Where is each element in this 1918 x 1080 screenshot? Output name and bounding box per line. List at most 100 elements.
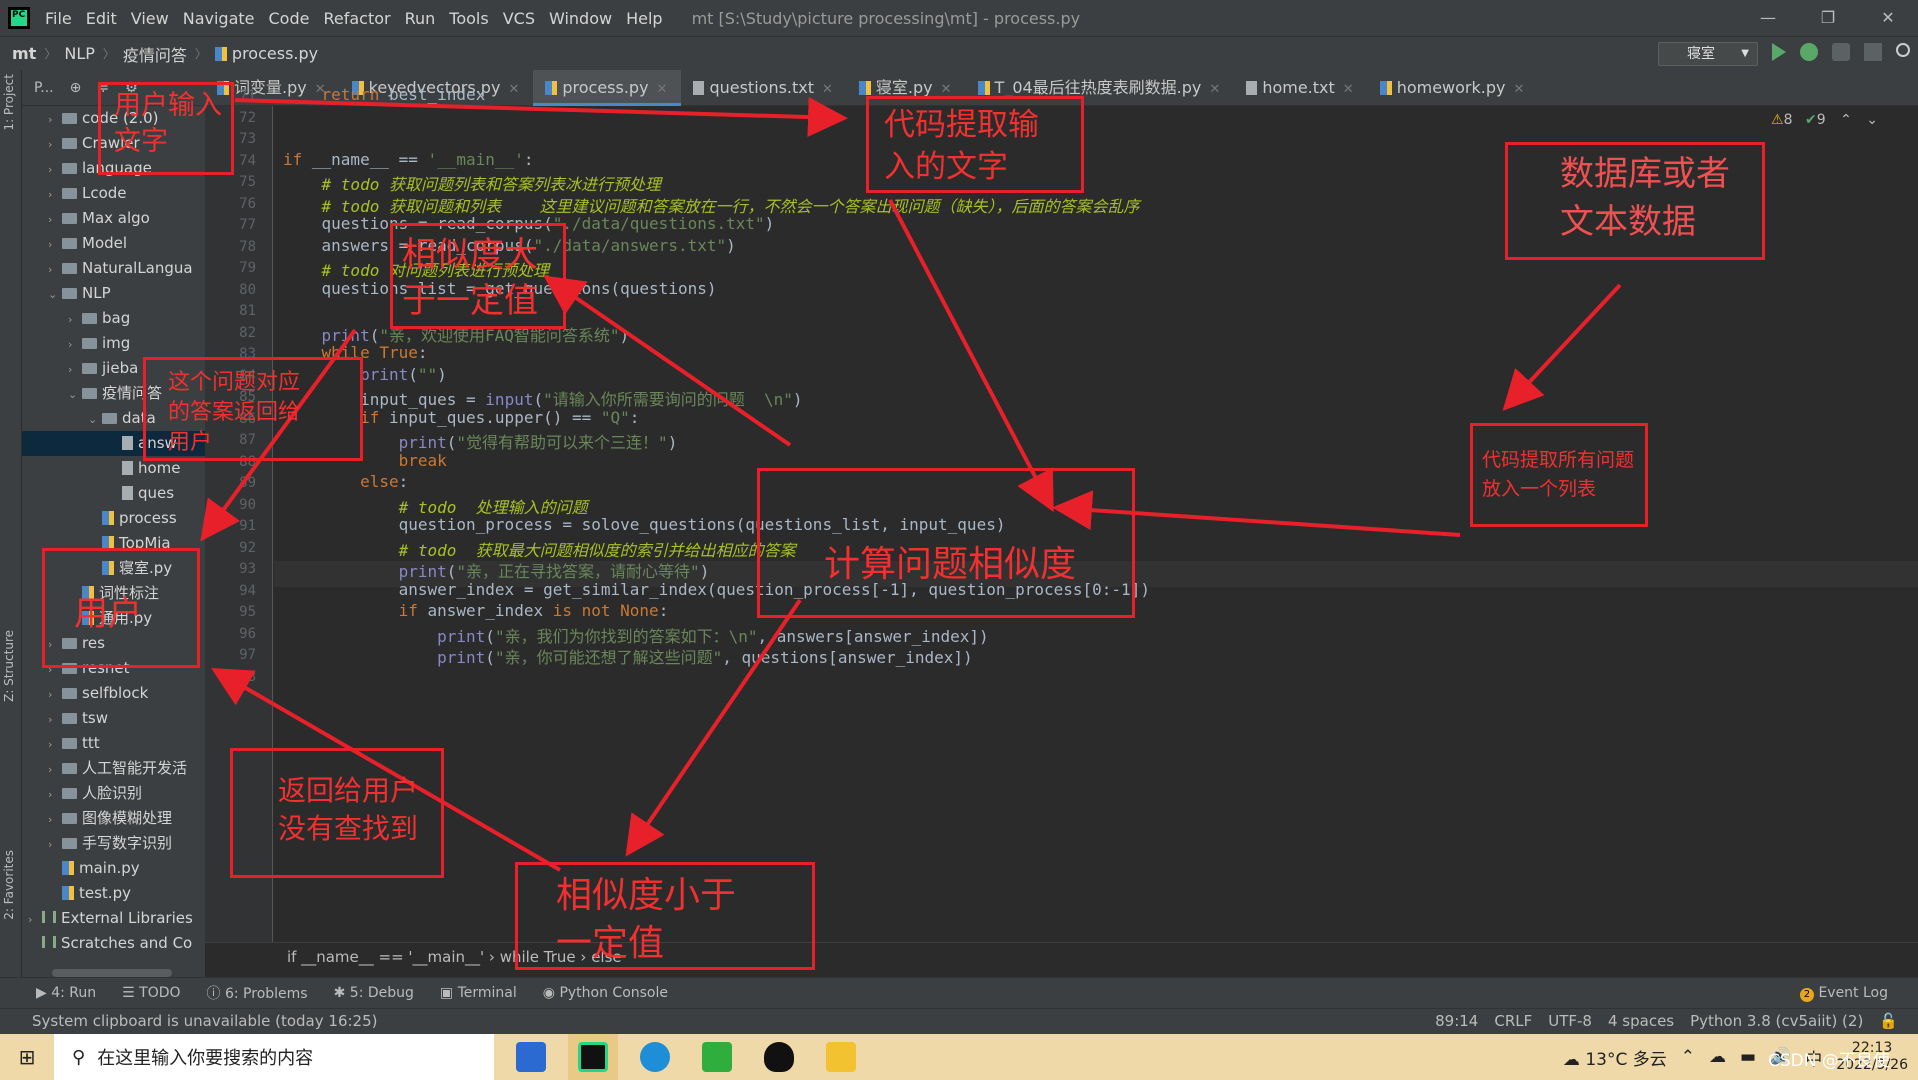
- close-tab-icon[interactable]: ✕: [657, 82, 668, 97]
- run-icon[interactable]: [1772, 43, 1786, 61]
- locate-icon[interactable]: ⊕: [70, 80, 82, 96]
- menu-navigate[interactable]: Navigate: [176, 9, 262, 28]
- editor-breadcrumb[interactable]: if __name__ == '__main__' › while True ›…: [205, 942, 1918, 972]
- tree-item[interactable]: ⌄ NLP: [22, 281, 205, 306]
- edge-app-icon[interactable]: [630, 1034, 680, 1080]
- inspection-widget[interactable]: ⚠8 ✔9 ⌃ ⌄: [1771, 112, 1878, 128]
- tree-item[interactable]: › ttt: [22, 731, 205, 756]
- code-line[interactable]: # todo 处理输入的问题: [283, 494, 588, 518]
- horizontal-scrollbar[interactable]: [52, 969, 172, 977]
- tree-item[interactable]: › Lcode: [22, 181, 205, 206]
- weather-widget[interactable]: ☁ 13°C 多云: [1563, 1045, 1667, 1070]
- tree-item[interactable]: › 人脸识别: [22, 781, 205, 806]
- menu-edit[interactable]: Edit: [79, 9, 124, 28]
- file-encoding[interactable]: UTF-8: [1548, 1009, 1592, 1033]
- close-tab-icon[interactable]: ✕: [1513, 82, 1524, 97]
- file-explorer-icon[interactable]: [816, 1034, 866, 1080]
- run-tool-button[interactable]: ▶ 4: Run: [36, 985, 96, 1001]
- menu-refactor[interactable]: Refactor: [316, 9, 397, 28]
- chevron-right-icon[interactable]: ›: [48, 732, 62, 757]
- chevron-right-icon[interactable]: ›: [68, 332, 82, 357]
- project-view-selector[interactable]: P...: [34, 80, 54, 96]
- tree-item[interactable]: › tsw: [22, 706, 205, 731]
- chevron-right-icon[interactable]: ›: [28, 907, 42, 932]
- code-line[interactable]: if __name__ == '__main__':: [283, 150, 533, 169]
- tree-item[interactable]: main.py: [22, 856, 205, 881]
- interpreter-selector[interactable]: Python 3.8 (cv5aiit) (2): [1690, 1009, 1863, 1033]
- tree-item[interactable]: › img: [22, 331, 205, 356]
- chevron-right-icon[interactable]: ›: [48, 707, 62, 732]
- project-tool-tab[interactable]: 1: Project: [2, 74, 16, 131]
- debug-tool-button[interactable]: ✱ 5: Debug: [334, 985, 414, 1001]
- qq-app-icon[interactable]: [754, 1034, 804, 1080]
- menu-vcs[interactable]: VCS: [496, 9, 542, 28]
- tree-item[interactable]: Scratches and Co: [22, 931, 205, 956]
- code-line[interactable]: print("亲，你可能还想了解这些问题", questions[answer_…: [283, 644, 973, 668]
- breadcrumb-folder[interactable]: 疫情问答: [123, 42, 187, 66]
- indent-setting[interactable]: 4 spaces: [1608, 1009, 1674, 1033]
- windows-start-icon[interactable]: ⊞: [0, 1045, 54, 1069]
- chevron-right-icon[interactable]: ›: [68, 307, 82, 332]
- taskbar-search[interactable]: ⚲ 在这里输入你要搜索的内容: [54, 1034, 494, 1080]
- pycharm-app-icon[interactable]: [568, 1034, 618, 1080]
- terminal-tool-button[interactable]: ▣ Terminal: [440, 985, 517, 1001]
- caret-position[interactable]: 89:14: [1435, 1009, 1478, 1033]
- tree-item[interactable]: › bag: [22, 306, 205, 331]
- run-config-select[interactable]: 寝室 ▼: [1658, 42, 1758, 66]
- restore-icon[interactable]: ❐: [1798, 0, 1858, 36]
- code-line[interactable]: print("亲，我们为你找到的答案如下：\n", answers[answer…: [283, 623, 989, 647]
- menu-view[interactable]: View: [124, 9, 176, 28]
- code-line[interactable]: if answer_index is not None:: [283, 601, 669, 620]
- chevron-right-icon[interactable]: ›: [48, 107, 62, 132]
- debug-icon[interactable]: [1800, 43, 1818, 61]
- todo-tool-button[interactable]: ☰ TODO: [122, 985, 180, 1001]
- favorites-tool-tab[interactable]: 2: Favorites: [2, 850, 16, 920]
- chevron-right-icon[interactable]: ›: [48, 257, 62, 282]
- editor-tab[interactable]: process.py ✕: [533, 70, 682, 106]
- menu-tools[interactable]: Tools: [442, 9, 495, 28]
- close-icon[interactable]: ✕: [1858, 0, 1918, 36]
- event-log-button[interactable]: 2 Event Log: [1799, 985, 1888, 1002]
- python-console-tool-button[interactable]: ◉ Python Console: [543, 985, 668, 1001]
- tree-item[interactable]: test.py: [22, 881, 205, 906]
- chevron-right-icon[interactable]: ›: [48, 807, 62, 832]
- chevron-right-icon[interactable]: ›: [48, 207, 62, 232]
- code-line[interactable]: # todo 获取问题和列表 这里建议问题和答案放在一行，不然会一个答案出现问题…: [283, 193, 1140, 217]
- chevron-right-icon[interactable]: ›: [48, 782, 62, 807]
- chevron-up-icon[interactable]: ⌃: [1840, 112, 1852, 128]
- store-app-icon[interactable]: [506, 1034, 556, 1080]
- green-app-icon[interactable]: [692, 1034, 742, 1080]
- menu-run[interactable]: Run: [398, 9, 443, 28]
- breadcrumb-nlp[interactable]: NLP: [64, 44, 95, 63]
- tree-item[interactable]: › selfblock: [22, 681, 205, 706]
- breadcrumb-file[interactable]: process.py: [232, 44, 318, 63]
- chevron-up-icon[interactable]: ⌃: [1681, 1047, 1695, 1067]
- editor-tab[interactable]: questions.txt ✕: [681, 70, 846, 106]
- menu-window[interactable]: Window: [542, 9, 619, 28]
- code-line[interactable]: # todo 获取最大问题相似度的索引并给出相应的答案: [283, 537, 796, 561]
- close-tab-icon[interactable]: ✕: [1209, 82, 1220, 97]
- chevron-right-icon[interactable]: ›: [48, 182, 62, 207]
- tree-item[interactable]: › 图像模糊处理: [22, 806, 205, 831]
- tree-item[interactable]: › Model: [22, 231, 205, 256]
- chevron-right-icon[interactable]: ›: [48, 832, 62, 857]
- chevron-down-icon[interactable]: ⌄: [48, 282, 62, 307]
- tree-item[interactable]: process: [22, 506, 205, 531]
- tree-item[interactable]: › 手写数字识别: [22, 831, 205, 856]
- chevron-right-icon[interactable]: ›: [48, 232, 62, 257]
- breadcrumb-project[interactable]: mt: [12, 44, 36, 63]
- menu-code[interactable]: Code: [262, 9, 317, 28]
- code-line[interactable]: else:: [283, 472, 408, 491]
- tree-item[interactable]: › External Libraries: [22, 906, 205, 931]
- problems-tool-button[interactable]: ⓘ 6: Problems: [207, 983, 308, 1003]
- battery-icon[interactable]: ▬: [1740, 1047, 1756, 1067]
- chevron-down-icon[interactable]: ⌄: [1866, 112, 1878, 128]
- code-line[interactable]: return best_index: [283, 85, 486, 104]
- minimize-icon[interactable]: —: [1738, 0, 1798, 36]
- tree-item[interactable]: ques: [22, 481, 205, 506]
- editor-tab[interactable]: homework.py ✕: [1368, 70, 1539, 106]
- lock-icon[interactable]: 🔓: [1879, 1009, 1898, 1033]
- search-icon[interactable]: [1896, 43, 1910, 57]
- chevron-down-icon[interactable]: ⌄: [88, 407, 102, 432]
- chevron-right-icon[interactable]: ›: [48, 757, 62, 782]
